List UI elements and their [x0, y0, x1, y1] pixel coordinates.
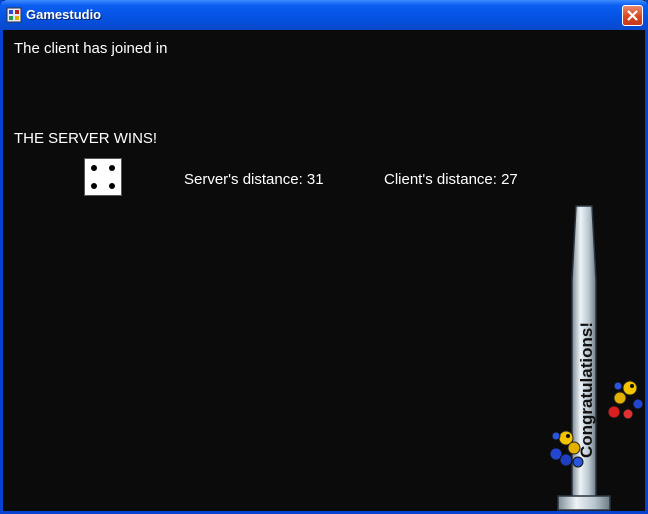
congratulations-banner: Congratulations!	[549, 205, 644, 511]
die-pip	[91, 165, 97, 171]
status-message: The client has joined in	[14, 40, 168, 57]
die-pip	[109, 183, 115, 189]
banner-text: Congratulations!	[577, 322, 596, 458]
molecule-icon	[607, 380, 644, 420]
die-pip	[109, 165, 115, 171]
app-icon	[6, 7, 22, 23]
die-icon	[84, 158, 122, 196]
die-pip	[91, 183, 97, 189]
title-bar[interactable]: Gamestudio	[0, 0, 648, 30]
server-distance: Server's distance: 31	[184, 171, 324, 188]
close-button[interactable]	[622, 5, 643, 26]
result-message: THE SERVER WINS!	[14, 130, 158, 147]
window-title: Gamestudio	[26, 7, 102, 22]
game-window: Gamestudio The client has joined in THE …	[0, 0, 648, 514]
game-area: The client has joined in THE SERVER WINS…	[3, 30, 645, 511]
client-distance: Client's distance: 27	[384, 171, 518, 188]
close-icon	[627, 10, 638, 21]
